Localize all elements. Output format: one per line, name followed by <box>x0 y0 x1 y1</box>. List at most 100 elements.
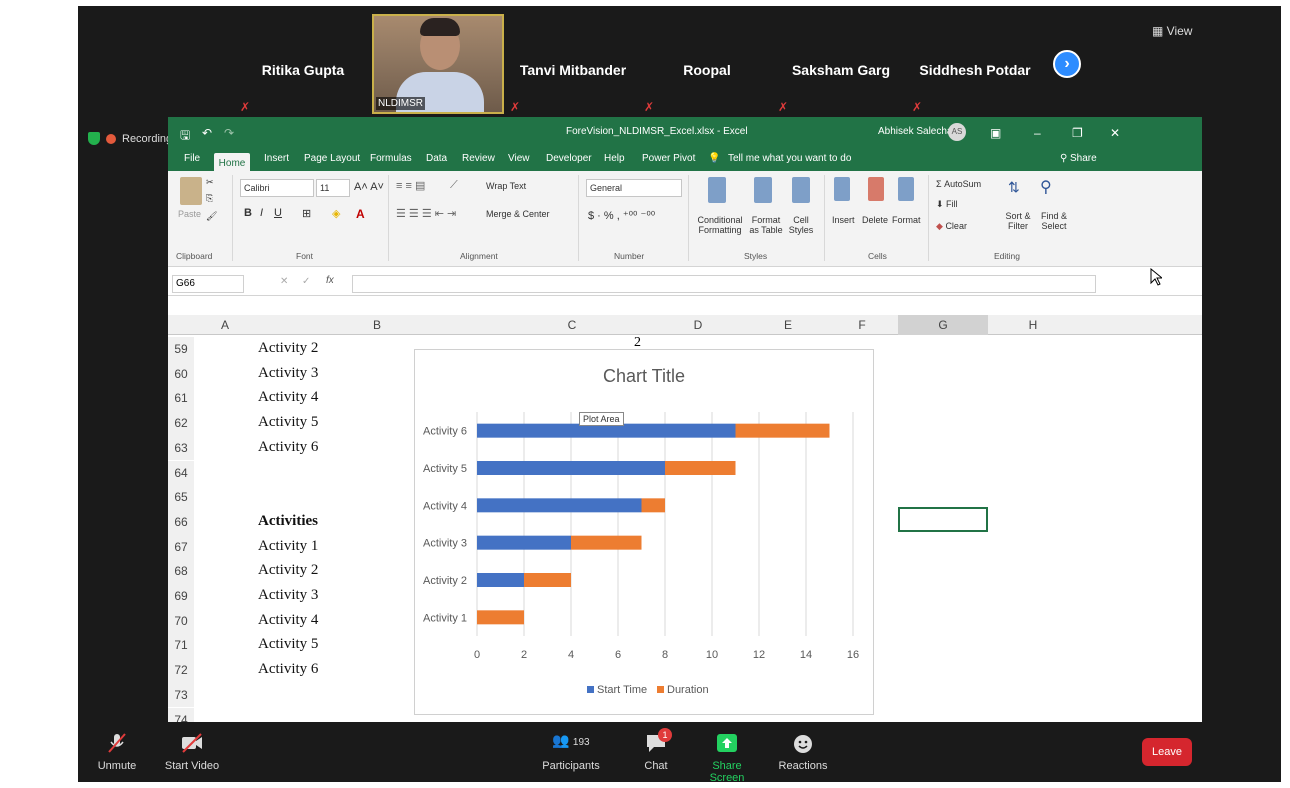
participant-tile[interactable]: Tanvi Mitbander ✗ <box>508 14 638 116</box>
user-avatar[interactable]: AS <box>948 123 966 141</box>
cancel-icon[interactable]: ✕ <box>280 276 288 287</box>
row-header[interactable]: 64 <box>168 460 194 486</box>
ribbon-display-icon[interactable]: ▣ <box>990 126 1001 140</box>
insert-cells-icon[interactable] <box>834 177 850 201</box>
format-cells-icon[interactable] <box>898 177 914 201</box>
column-header[interactable]: E <box>750 318 826 332</box>
tab-page-layout[interactable]: Page Layout <box>304 153 360 164</box>
align-top-icon[interactable]: ≡ ≡ ▤ <box>396 179 425 192</box>
minimize-icon[interactable]: – <box>1034 126 1041 140</box>
cell-b[interactable]: Activity 5 <box>258 636 318 653</box>
sort-filter-icon[interactable]: ⇅ <box>1008 179 1020 196</box>
restore-icon[interactable]: ❐ <box>1072 126 1083 140</box>
tab-review[interactable]: Review <box>462 153 495 164</box>
column-header[interactable]: H <box>988 318 1078 332</box>
next-page-button[interactable]: › <box>1053 50 1081 78</box>
chat-button[interactable]: 1 Chat <box>634 728 678 772</box>
delete-cells-button[interactable]: Delete <box>862 215 888 225</box>
unmute-button[interactable]: Unmute <box>92 732 142 772</box>
bar-duration[interactable] <box>735 423 830 438</box>
format-cells-button[interactable]: Format <box>892 215 921 225</box>
sort-filter-button[interactable]: Sort & Filter <box>1000 211 1036 231</box>
row-header[interactable]: 69 <box>168 584 194 609</box>
orientation-icon[interactable]: ⟋ <box>450 179 458 192</box>
participant-tile[interactable]: Saksham Garg ✗ <box>776 14 906 116</box>
format-as-table-button[interactable]: Format as Table <box>746 215 786 235</box>
conditional-formatting-icon[interactable] <box>708 177 726 203</box>
fill-color-icon[interactable]: ◈ <box>332 207 340 220</box>
bar-duration[interactable] <box>641 498 666 513</box>
redo-icon[interactable]: ↷ <box>224 126 234 140</box>
recording-indicator[interactable]: Recording <box>88 132 172 145</box>
reactions-button[interactable]: Reactions <box>776 732 830 772</box>
bar-duration[interactable] <box>571 535 642 550</box>
row-header[interactable]: 68 <box>168 559 194 584</box>
tab-developer[interactable]: Developer <box>546 153 592 164</box>
cell-b[interactable]: Activity 3 <box>258 587 318 604</box>
fill-button[interactable]: ⬇ Fill <box>936 199 958 210</box>
paste-icon[interactable] <box>180 177 202 205</box>
delete-cells-icon[interactable] <box>868 177 884 201</box>
worksheet-grid[interactable]: A B C D E F G H 59 Activity 2 60 Activity 3… <box>168 315 1202 723</box>
column-header[interactable]: A <box>194 318 256 332</box>
font-color-icon[interactable]: A <box>356 207 365 221</box>
participant-tile[interactable]: Roopal ✗ <box>642 14 772 116</box>
participant-video-tile[interactable]: NLDIMSR <box>372 14 504 114</box>
bar-duration[interactable] <box>524 573 571 587</box>
bar-start-time[interactable] <box>477 461 665 475</box>
row-header[interactable]: 59 <box>168 337 194 362</box>
percent-icon[interactable]: $ · % , ⁺⁰⁰ ⁻⁰⁰ <box>588 209 655 222</box>
underline-icon[interactable]: U <box>274 207 282 219</box>
participant-tile[interactable]: Siddhesh Potdar ✗ <box>910 14 1040 116</box>
cell-styles-button[interactable]: Cell Styles <box>786 215 816 235</box>
merge-center-button[interactable]: Merge & Center <box>486 209 550 219</box>
save-icon[interactable]: 🖫 <box>180 126 190 147</box>
row-header[interactable]: 62 <box>168 411 194 436</box>
cell-b[interactable]: Activity 3 <box>258 365 318 382</box>
column-header-selected[interactable]: G <box>898 315 988 335</box>
font-name-select[interactable]: Calibri <box>240 179 314 197</box>
tab-help[interactable]: Help <box>604 153 625 164</box>
row-header[interactable]: 71 <box>168 633 194 659</box>
tab-formulas[interactable]: Formulas <box>370 153 412 164</box>
bar-start-time[interactable] <box>477 498 642 513</box>
paste-label[interactable]: Paste <box>178 209 201 219</box>
cut-icon[interactable]: ✂ <box>206 177 214 188</box>
function-icon[interactable]: fx <box>326 275 334 286</box>
row-header[interactable]: 67 <box>168 534 194 560</box>
cell-b[interactable]: Activity 4 <box>258 612 318 629</box>
row-header[interactable]: 66 <box>168 509 194 535</box>
bar-duration[interactable] <box>477 610 524 625</box>
column-header[interactable]: C <box>498 318 646 332</box>
align-left-icon[interactable]: ☰ ☰ ☰ ⇤ ⇥ <box>396 207 456 220</box>
undo-icon[interactable]: ↶ <box>202 126 212 140</box>
share-button[interactable]: Share <box>1070 153 1097 164</box>
cell-b[interactable]: Activity 2 <box>258 562 318 579</box>
italic-icon[interactable]: I <box>260 207 263 219</box>
cell-b[interactable]: Activity 5 <box>258 414 318 431</box>
tell-me-box[interactable]: Tell me what you want to do <box>728 153 851 164</box>
participant-tile[interactable]: Ritika Gupta ✗ <box>238 14 368 116</box>
row-header[interactable]: 74 <box>168 707 194 723</box>
tab-data[interactable]: Data <box>426 153 447 164</box>
border-icon[interactable]: ⊞ <box>302 207 311 220</box>
cell-styles-icon[interactable] <box>792 177 810 203</box>
cell-b[interactable]: Activity 2 <box>258 340 318 357</box>
chart-plot-area[interactable]: 0 2 4 6 8 10 12 14 16 Activity 1 Activity 2 Activit… <box>415 350 873 714</box>
row-header[interactable]: 61 <box>168 386 194 412</box>
row-header[interactable]: 65 <box>168 485 194 510</box>
bar-duration[interactable] <box>665 461 736 475</box>
participants-button[interactable]: 👥 193 Participants <box>536 732 606 772</box>
cell-b[interactable]: Activity 4 <box>258 389 318 406</box>
leave-button[interactable]: Leave <box>1142 738 1192 766</box>
font-size-select[interactable]: 11 <box>316 179 350 197</box>
row-header[interactable]: 73 <box>168 682 194 708</box>
bar-start-time[interactable] <box>477 535 571 550</box>
enter-icon[interactable]: ✓ <box>302 276 310 287</box>
selected-cell-g66[interactable] <box>898 507 988 532</box>
row-header[interactable]: 60 <box>168 361 194 387</box>
column-header[interactable]: F <box>826 318 898 332</box>
cell-b[interactable]: Activities <box>258 513 318 530</box>
cell-b[interactable]: Activity 1 <box>258 538 318 555</box>
tab-file[interactable]: File <box>184 153 200 164</box>
